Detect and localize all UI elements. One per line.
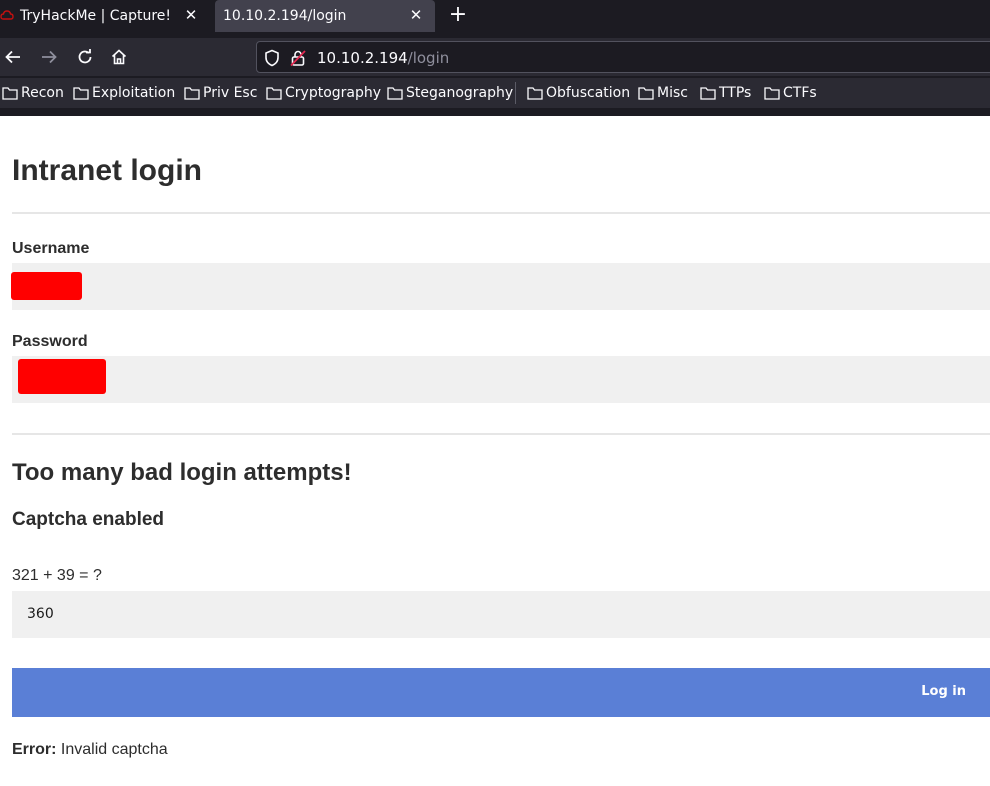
address-bar[interactable]: 10.10.2.194/login	[256, 41, 990, 73]
bookmark-label: CTFs	[783, 85, 817, 101]
username-label: Username	[12, 240, 90, 257]
navigation-bar: 10.10.2.194/login	[0, 38, 990, 76]
bookmark-label: Priv Esc	[203, 85, 258, 101]
captcha-question: 321 + 39 = ?	[12, 567, 102, 584]
tab-title: TryHackMe | Capture!	[20, 8, 172, 24]
tab-bar: TryHackMe | Capture! ✕ 10.10.2.194/login…	[0, 0, 990, 32]
error-text: Invalid captcha	[56, 741, 168, 758]
captcha-input-value: 360	[27, 606, 54, 622]
divider	[12, 212, 990, 214]
url-host: 10.10.2.194	[317, 49, 408, 67]
bookmark-folder-ttps[interactable]: TTPs	[700, 83, 751, 103]
password-label: Password	[12, 333, 88, 350]
login-attempts-warning: Too many bad login attempts!	[12, 459, 352, 486]
bookmark-folder-obfuscation[interactable]: Obfuscation	[527, 83, 630, 103]
folder-icon	[527, 87, 543, 100]
folder-icon	[184, 87, 200, 100]
folder-icon	[266, 87, 282, 100]
bookmark-label: TTPs	[719, 85, 752, 101]
url-text[interactable]: 10.10.2.194/login	[317, 49, 449, 67]
login-button[interactable]: Log in	[12, 668, 990, 717]
forward-arrow-icon[interactable]	[38, 46, 60, 68]
bookmark-folder-cryptography[interactable]: Cryptography	[266, 83, 381, 103]
browser-chrome: TryHackMe | Capture! ✕ 10.10.2.194/login…	[0, 0, 990, 116]
url-path: /login	[407, 49, 450, 67]
close-tab-icon[interactable]: ✕	[182, 6, 200, 24]
bookmark-folder-exploitation[interactable]: Exploitation	[73, 83, 175, 103]
username-input[interactable]	[11, 263, 990, 310]
shield-icon[interactable]	[263, 49, 281, 67]
bookmark-folder-recon[interactable]: Recon	[2, 83, 64, 103]
password-input[interactable]	[12, 356, 990, 403]
tryhackme-favicon-icon	[0, 10, 14, 20]
bookmark-label: Obfuscation	[546, 85, 631, 101]
redacted-password	[18, 359, 106, 394]
captcha-heading: Captcha enabled	[12, 509, 165, 530]
tab-login[interactable]: 10.10.2.194/login ✕	[215, 0, 435, 32]
reload-icon[interactable]	[74, 46, 96, 68]
bookmark-folder-priv-esc[interactable]: Priv Esc	[184, 83, 257, 103]
new-tab-icon[interactable]: +	[447, 4, 469, 26]
bookmarks-toolbar: Recon Exploitation Priv Esc Cryptography…	[0, 78, 990, 108]
folder-icon	[387, 87, 403, 100]
folder-icon	[2, 87, 18, 100]
close-tab-icon[interactable]: ✕	[407, 6, 425, 24]
back-arrow-icon[interactable]	[2, 46, 24, 68]
divider	[12, 433, 990, 435]
redacted-username	[11, 272, 82, 300]
page-title: Intranet login	[12, 154, 202, 187]
bookmark-label: Misc	[657, 85, 688, 101]
folder-icon	[638, 87, 654, 100]
folder-icon	[764, 87, 780, 100]
bookmark-folder-ctfs[interactable]: CTFs	[764, 83, 817, 103]
bookmark-label: Exploitation	[92, 85, 176, 101]
tab-tryhackme[interactable]: TryHackMe | Capture! ✕	[0, 0, 210, 32]
folder-icon	[700, 87, 716, 100]
folder-icon	[73, 87, 89, 100]
insecure-lock-icon[interactable]	[289, 49, 307, 67]
login-button-label: Log in	[921, 684, 966, 699]
bookmark-label: Steganography	[406, 85, 514, 101]
home-icon[interactable]	[108, 46, 130, 68]
bookmark-folder-misc[interactable]: Misc	[638, 83, 688, 103]
bookmark-label: Recon	[21, 85, 64, 101]
tab-title: 10.10.2.194/login	[223, 8, 347, 24]
error-message: Error: Invalid captcha	[12, 741, 168, 759]
bookmarks-separator	[515, 82, 516, 104]
bookmark-folder-steganography[interactable]: Steganography	[387, 83, 513, 103]
captcha-input[interactable]: 360	[12, 591, 990, 638]
error-label: Error:	[12, 741, 57, 758]
bookmark-label: Cryptography	[285, 85, 382, 101]
